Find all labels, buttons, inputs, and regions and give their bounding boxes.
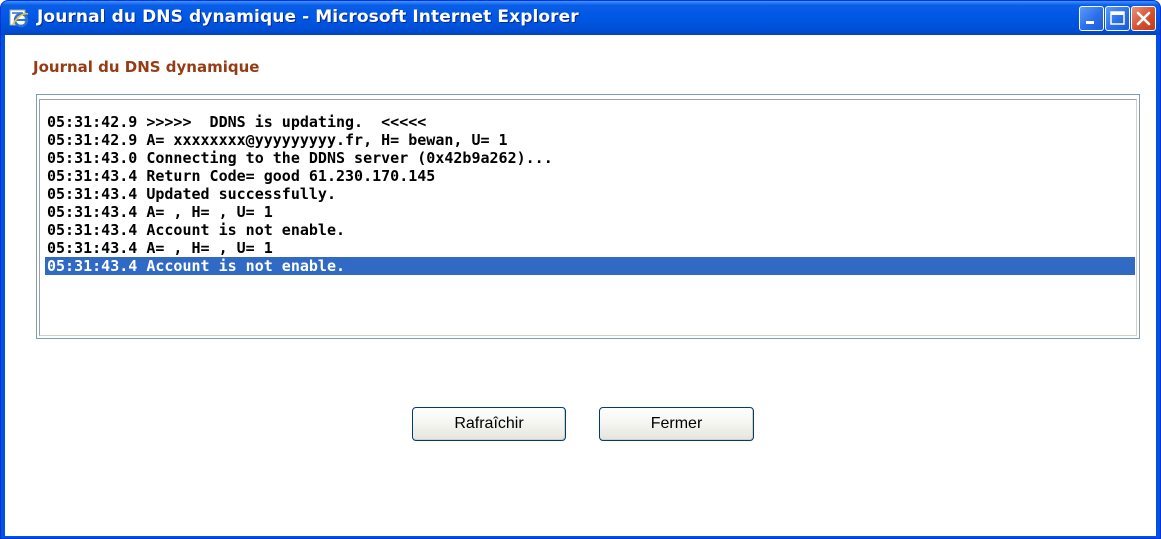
close-icon (1136, 11, 1151, 26)
log-line[interactable]: 05:31:42.9 A= xxxxxxxx@yyyyyyyyy.fr, H= … (45, 131, 1135, 149)
minimize-icon (1086, 21, 1094, 24)
close-window-button[interactable] (1131, 6, 1156, 31)
minimize-button[interactable] (1079, 6, 1104, 31)
log-line-selected[interactable]: 05:31:43.4 Account is not enable. (45, 257, 1135, 275)
internet-explorer-icon (9, 8, 29, 28)
log-lines: 05:31:42.9 >>>>> DDNS is updating. <<<<<… (45, 113, 1135, 275)
log-line[interactable]: 05:31:43.4 Return Code= good 61.230.170.… (45, 167, 1135, 185)
log-listbox[interactable]: 05:31:42.9 >>>>> DDNS is updating. <<<<<… (36, 94, 1140, 339)
page-heading: Journal du DNS dynamique (33, 58, 260, 76)
close-button[interactable]: Fermer (599, 407, 754, 441)
title-bar[interactable]: Journal du DNS dynamique - Microsoft Int… (1, 1, 1160, 35)
window-title: Journal du DNS dynamique - Microsoft Int… (37, 7, 579, 27)
log-line[interactable]: 05:31:43.4 A= , H= , U= 1 (45, 203, 1135, 221)
maximize-icon (1110, 11, 1125, 25)
refresh-button[interactable]: Rafraîchir (412, 407, 566, 441)
log-line[interactable]: 05:31:43.0 Connecting to the DDNS server… (45, 149, 1135, 167)
log-line[interactable]: 05:31:43.4 Account is not enable. (45, 221, 1135, 239)
log-line[interactable]: 05:31:43.4 A= , H= , U= 1 (45, 239, 1135, 257)
browser-window: Journal du DNS dynamique - Microsoft Int… (0, 0, 1161, 539)
maximize-button[interactable] (1105, 6, 1130, 31)
log-line[interactable]: 05:31:43.4 Updated successfully. (45, 185, 1135, 203)
log-line[interactable]: 05:31:42.9 >>>>> DDNS is updating. <<<<< (45, 113, 1135, 131)
